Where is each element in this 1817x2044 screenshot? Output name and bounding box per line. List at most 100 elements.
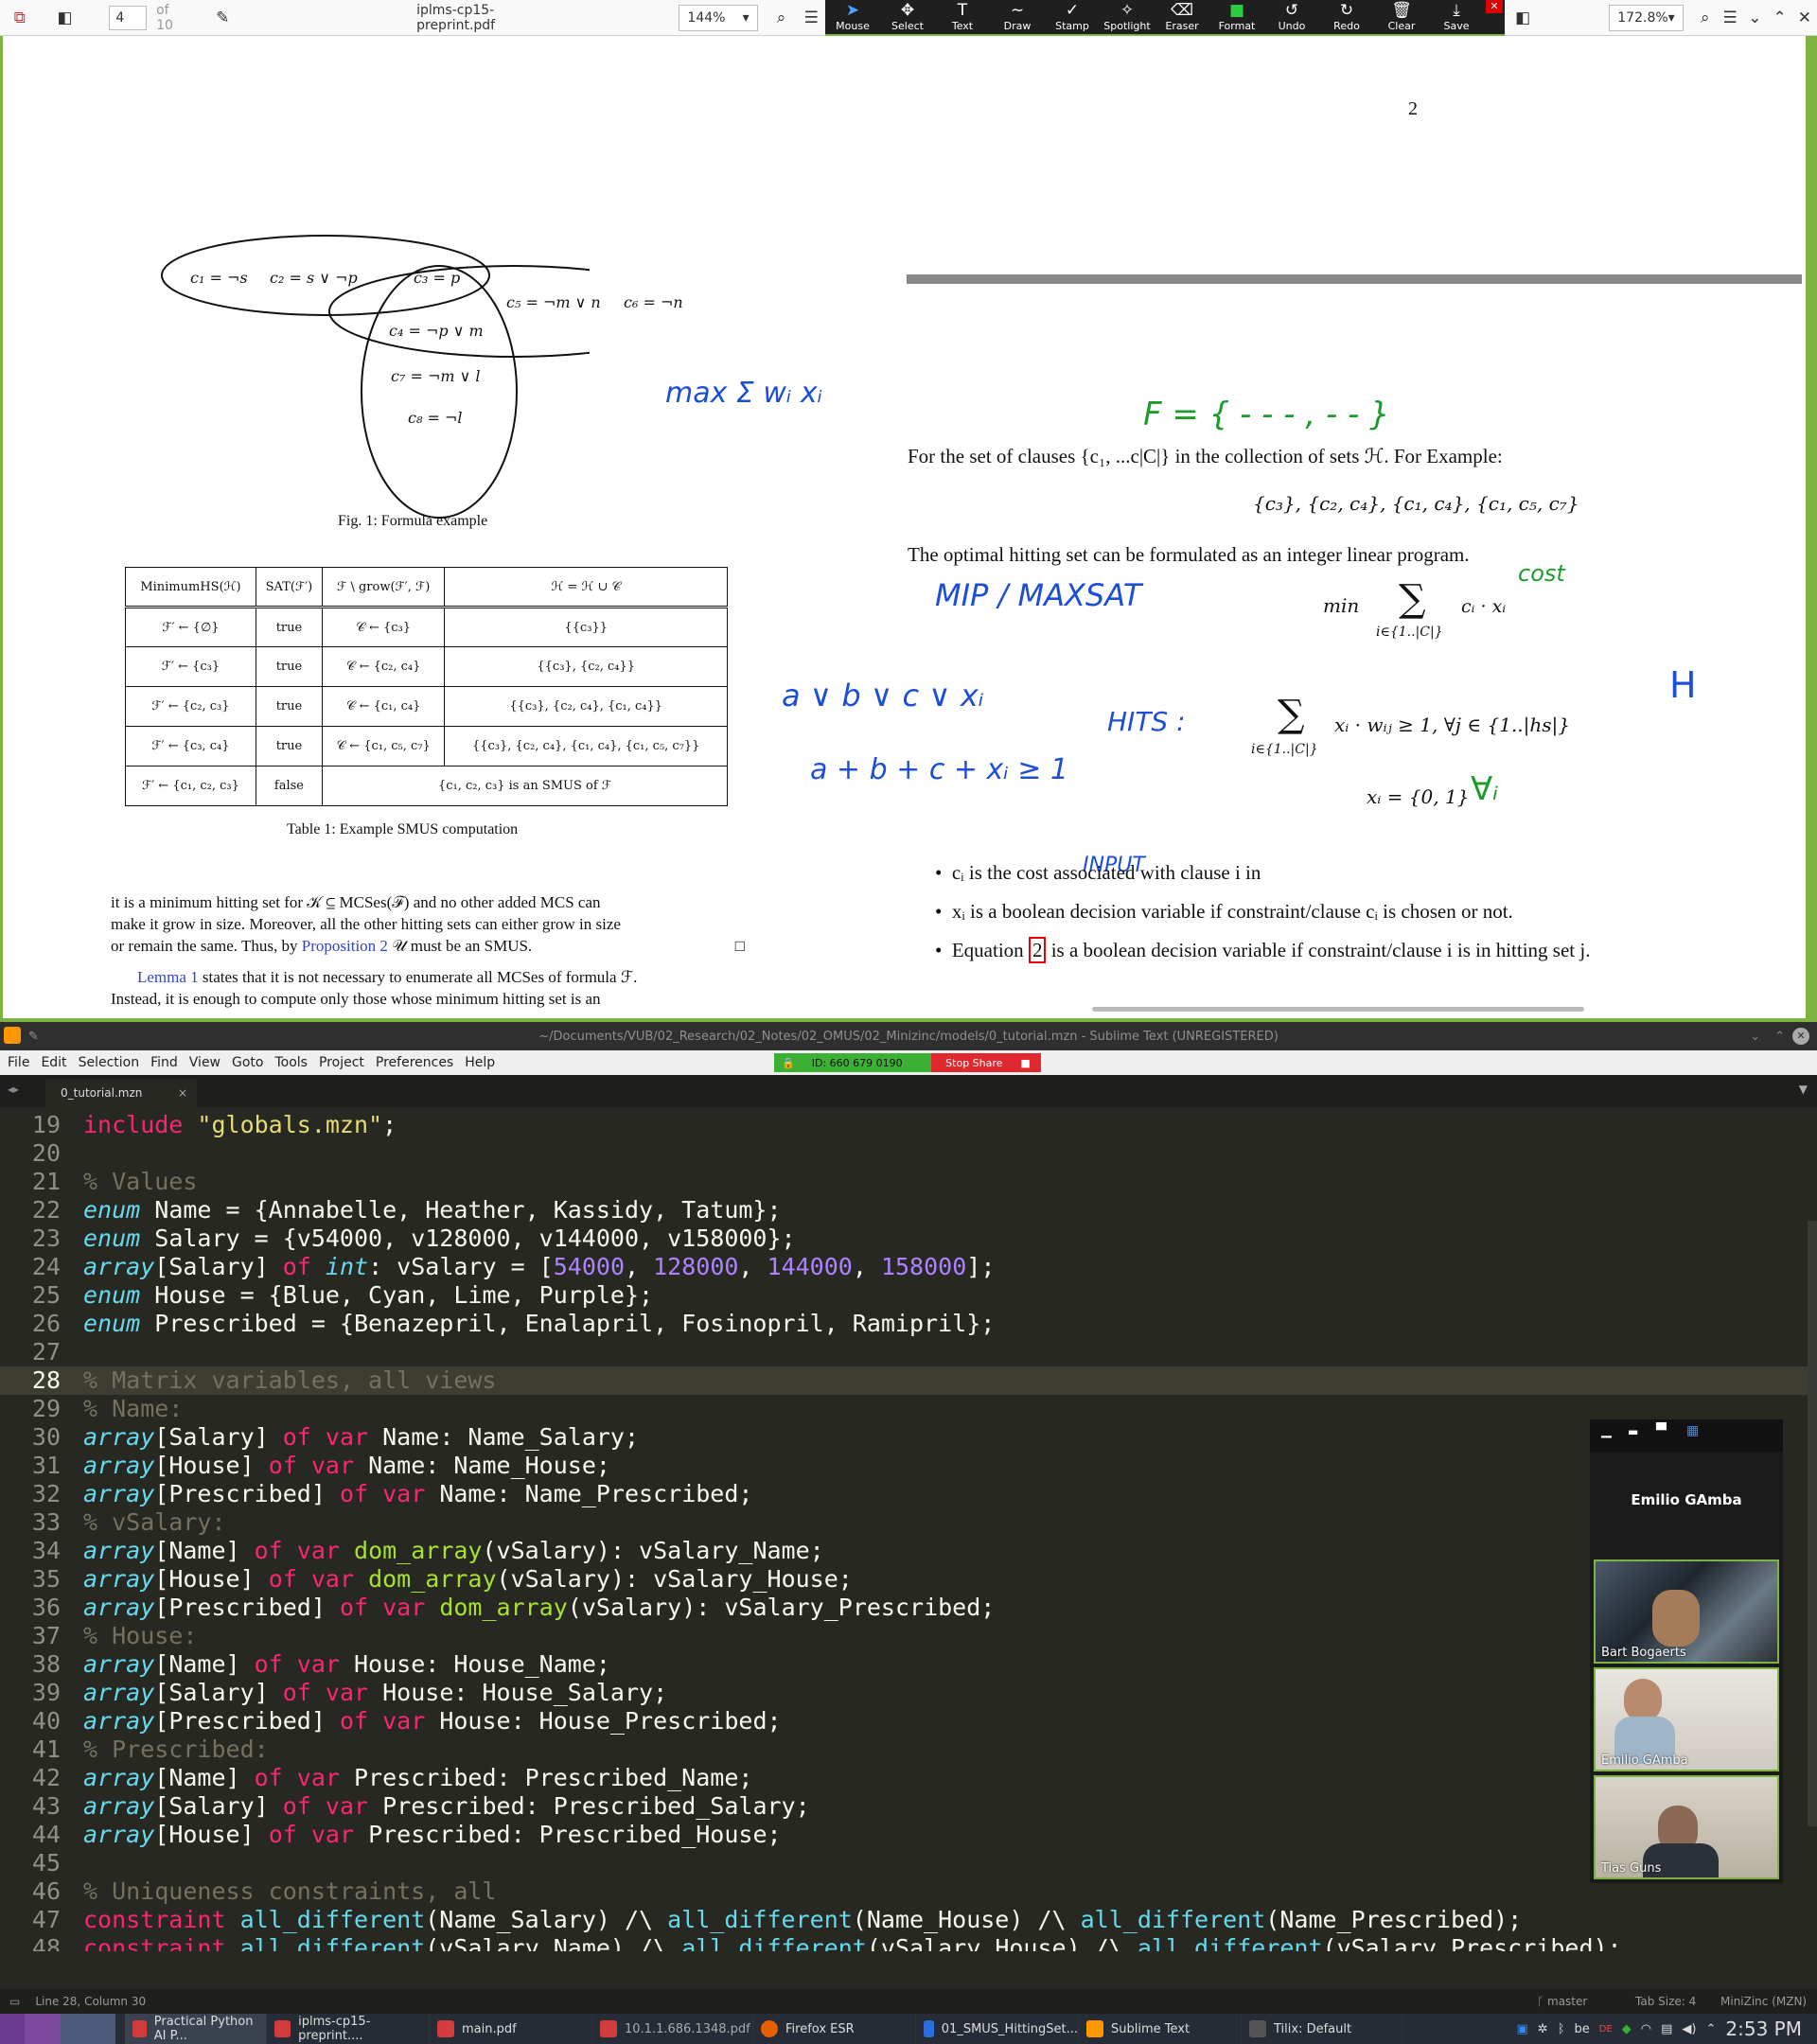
minimize-icon[interactable]: ⌄ — [1750, 1030, 1760, 1044]
close-tab-icon[interactable]: × — [178, 1086, 187, 1100]
code-line[interactable]: 27 — [0, 1338, 1817, 1366]
code-line[interactable]: 44 array[House] of var Prescribed: Prescr… — [0, 1821, 1817, 1849]
equation-ref-link[interactable]: 2 — [1028, 937, 1047, 963]
syntax-mode[interactable]: MiniZinc (MZN) — [1720, 1995, 1807, 2008]
edit-icon[interactable]: ✎ — [208, 4, 237, 32]
wifi-icon[interactable]: ◠ — [1641, 2022, 1651, 2036]
volume-icon[interactable]: ◀) — [1682, 2022, 1696, 2036]
task-item[interactable]: Firefox ESR — [753, 2014, 916, 2044]
code-line[interactable]: 31 array[House] of var Name: Name_House; — [0, 1452, 1817, 1480]
menu-project[interactable]: Project — [319, 1055, 364, 1070]
code-line[interactable]: 42 array[Name] of var Prescribed: Prescri… — [0, 1764, 1817, 1792]
undo-tool[interactable]: ↺ Undo — [1264, 0, 1319, 34]
task-item[interactable]: main.pdf — [430, 2014, 592, 2044]
settings-icon[interactable]: ✲ — [1538, 2022, 1548, 2036]
keyboard-layout[interactable]: be — [1575, 2022, 1590, 2036]
editor-scrollbar[interactable] — [1808, 1221, 1817, 1826]
tray-expand-icon[interactable]: ⌃ — [1706, 2022, 1717, 2036]
draw-tool[interactable]: ∼ Draw — [990, 0, 1045, 34]
lemma-link[interactable]: Lemma 1 — [137, 968, 199, 986]
menu-selection[interactable]: Selection — [79, 1055, 140, 1070]
task-item[interactable]: 10.1.1.686.1348.pdf — [592, 2014, 753, 2044]
stop-share-button[interactable]: Stop Share ■ — [931, 1053, 1041, 1072]
code-line[interactable]: 22 enum Name = {Annabelle, Heather, Kassi… — [0, 1196, 1817, 1225]
search-icon[interactable]: ⌕ — [1693, 4, 1718, 32]
code-line[interactable]: 34 array[Name] of var dom_array(vSalary):… — [0, 1537, 1817, 1565]
code-line[interactable]: 26 enum Prescribed = {Benazepril, Enalapr… — [0, 1310, 1817, 1338]
task-item[interactable]: 01_SMUS_HittingSet... — [916, 2014, 1079, 2044]
code-line[interactable]: 41 % Prescribed: — [0, 1736, 1817, 1764]
task-item[interactable]: Tilix: Default — [1242, 2014, 1402, 2044]
code-line[interactable]: 23 enum Salary = {v54000, v128000, v14400… — [0, 1225, 1817, 1253]
code-line[interactable]: 48 constraint all_different(vSalary_Name)… — [0, 1934, 1817, 1951]
strip-view-icon[interactable]: ▬ — [1628, 1425, 1638, 1438]
code-line[interactable]: 20 — [0, 1139, 1817, 1168]
bluetooth-icon[interactable]: ᛒ — [1558, 2022, 1565, 2036]
menu-find[interactable]: Find — [150, 1055, 178, 1070]
tab-list-icon[interactable]: ▼ — [1799, 1083, 1808, 1096]
task-item[interactable]: Practical Python AI P... — [125, 2014, 267, 2044]
text-tool[interactable]: T Text — [935, 0, 990, 34]
menu-icon[interactable]: ☰ — [1718, 4, 1742, 32]
code-line[interactable]: 35 array[House] of var dom_array(vSalary)… — [0, 1565, 1817, 1594]
sidebar-toggle-icon[interactable]: ◧ — [51, 4, 79, 32]
menu-tools[interactable]: Tools — [274, 1055, 308, 1070]
desktop-pager-icon[interactable] — [25, 2014, 61, 2044]
right-zoom-select[interactable]: 172.8% ▾ — [1609, 4, 1684, 31]
maximize-icon[interactable]: ⌃ — [1774, 1030, 1785, 1044]
panel-toggle-icon[interactable]: ▭ — [9, 1995, 20, 2008]
language-indicator[interactable]: DE — [1599, 2024, 1613, 2035]
gallery-view-icon[interactable]: ▦ — [1686, 1423, 1699, 1438]
page-number-input[interactable]: 4 — [109, 5, 148, 30]
participant-tile[interactable]: Emilio GAmba — [1594, 1667, 1779, 1771]
menu-icon[interactable]: ☰ — [797, 4, 825, 32]
workspace-pager-icon[interactable] — [61, 2014, 115, 2044]
menu-edit[interactable]: Edit — [41, 1055, 66, 1070]
format-tool[interactable]: ■ Format — [1209, 0, 1264, 34]
tab-0-tutorial[interactable]: 0_tutorial.mzn × — [45, 1079, 197, 1107]
code-line[interactable]: 43 array[Salary] of var Prescribed: Presc… — [0, 1792, 1817, 1821]
select-tool[interactable]: ✥ Select — [880, 0, 935, 34]
code-line[interactable]: 19 include "globals.mzn"; — [0, 1111, 1817, 1139]
save-tool[interactable]: ⤓ Save — [1429, 0, 1484, 34]
close-icon[interactable]: ✕ — [1792, 1028, 1809, 1045]
code-line[interactable]: 38 array[Name] of var House: House_Name; — [0, 1650, 1817, 1679]
code-line[interactable]: 37 % House: — [0, 1622, 1817, 1650]
menu-preferences[interactable]: Preferences — [376, 1055, 453, 1070]
menu-view[interactable]: View — [189, 1055, 221, 1070]
task-item[interactable]: iplms-cp15-preprint.... — [267, 2014, 430, 2044]
code-line[interactable]: 29 % Name: — [0, 1395, 1817, 1423]
left-zoom-select[interactable]: 144% ▾ — [679, 4, 758, 31]
zoom-tray-icon[interactable]: ▣ — [1516, 2022, 1527, 2036]
menu-help[interactable]: Help — [465, 1055, 495, 1070]
clear-tool[interactable]: 🗑 Clear — [1374, 0, 1429, 34]
pin-icon[interactable]: ✎ — [28, 1030, 39, 1044]
redo-tool[interactable]: ↻ Redo — [1319, 0, 1374, 34]
code-editor[interactable]: 19 include "globals.mzn"; 20 21 % Values 22 en… — [0, 1111, 1817, 1951]
shield-icon[interactable]: ◆ — [1622, 2022, 1632, 2036]
code-line[interactable]: 32 array[Prescribed] of var Name: Name_Pr… — [0, 1480, 1817, 1508]
menu-goto[interactable]: Goto — [232, 1055, 263, 1070]
code-line[interactable]: 36 array[Prescribed] of var dom_array(vSa… — [0, 1594, 1817, 1622]
code-line[interactable]: 28 % Matrix variables, all views — [0, 1366, 1817, 1395]
tab-nav-arrows-icon[interactable]: ◂▸ — [8, 1083, 19, 1096]
eraser-tool[interactable]: ⌫ Eraser — [1155, 0, 1209, 34]
horizontal-scrollbar[interactable] — [1092, 1007, 1584, 1012]
close-annotation-icon[interactable]: ✕ — [1486, 0, 1503, 13]
mouse-tool[interactable]: ➤ Mouse — [825, 0, 880, 34]
proposition-link[interactable]: Proposition 2 — [302, 937, 388, 955]
chevron-down-icon[interactable]: ⌄ — [1742, 4, 1767, 32]
code-line[interactable]: 30 array[Salary] of var Name: Name_Salary… — [0, 1423, 1817, 1452]
close-icon[interactable]: ✕ — [1792, 4, 1817, 32]
code-line[interactable]: 25 enum House = {Blue, Cyan, Lime, Purple… — [0, 1281, 1817, 1310]
start-menu-icon[interactable] — [0, 2014, 25, 2044]
code-line[interactable]: 40 array[Prescribed] of var House: House_… — [0, 1707, 1817, 1736]
speaker-view-icon[interactable]: ▀ — [1656, 1423, 1667, 1438]
code-line[interactable]: 21 % Values — [0, 1168, 1817, 1196]
tab-size[interactable]: Tab Size: 4 — [1635, 1995, 1696, 2008]
participant-tile[interactable]: Bart Bogaerts — [1594, 1559, 1779, 1664]
participant-tile[interactable]: Tias Guns — [1594, 1775, 1779, 1879]
search-icon[interactable]: ⌕ — [767, 4, 796, 32]
code-line[interactable]: 46 % Uniqueness constraints, all — [0, 1877, 1817, 1906]
minimize-icon[interactable]: ⌃ — [1767, 4, 1791, 32]
